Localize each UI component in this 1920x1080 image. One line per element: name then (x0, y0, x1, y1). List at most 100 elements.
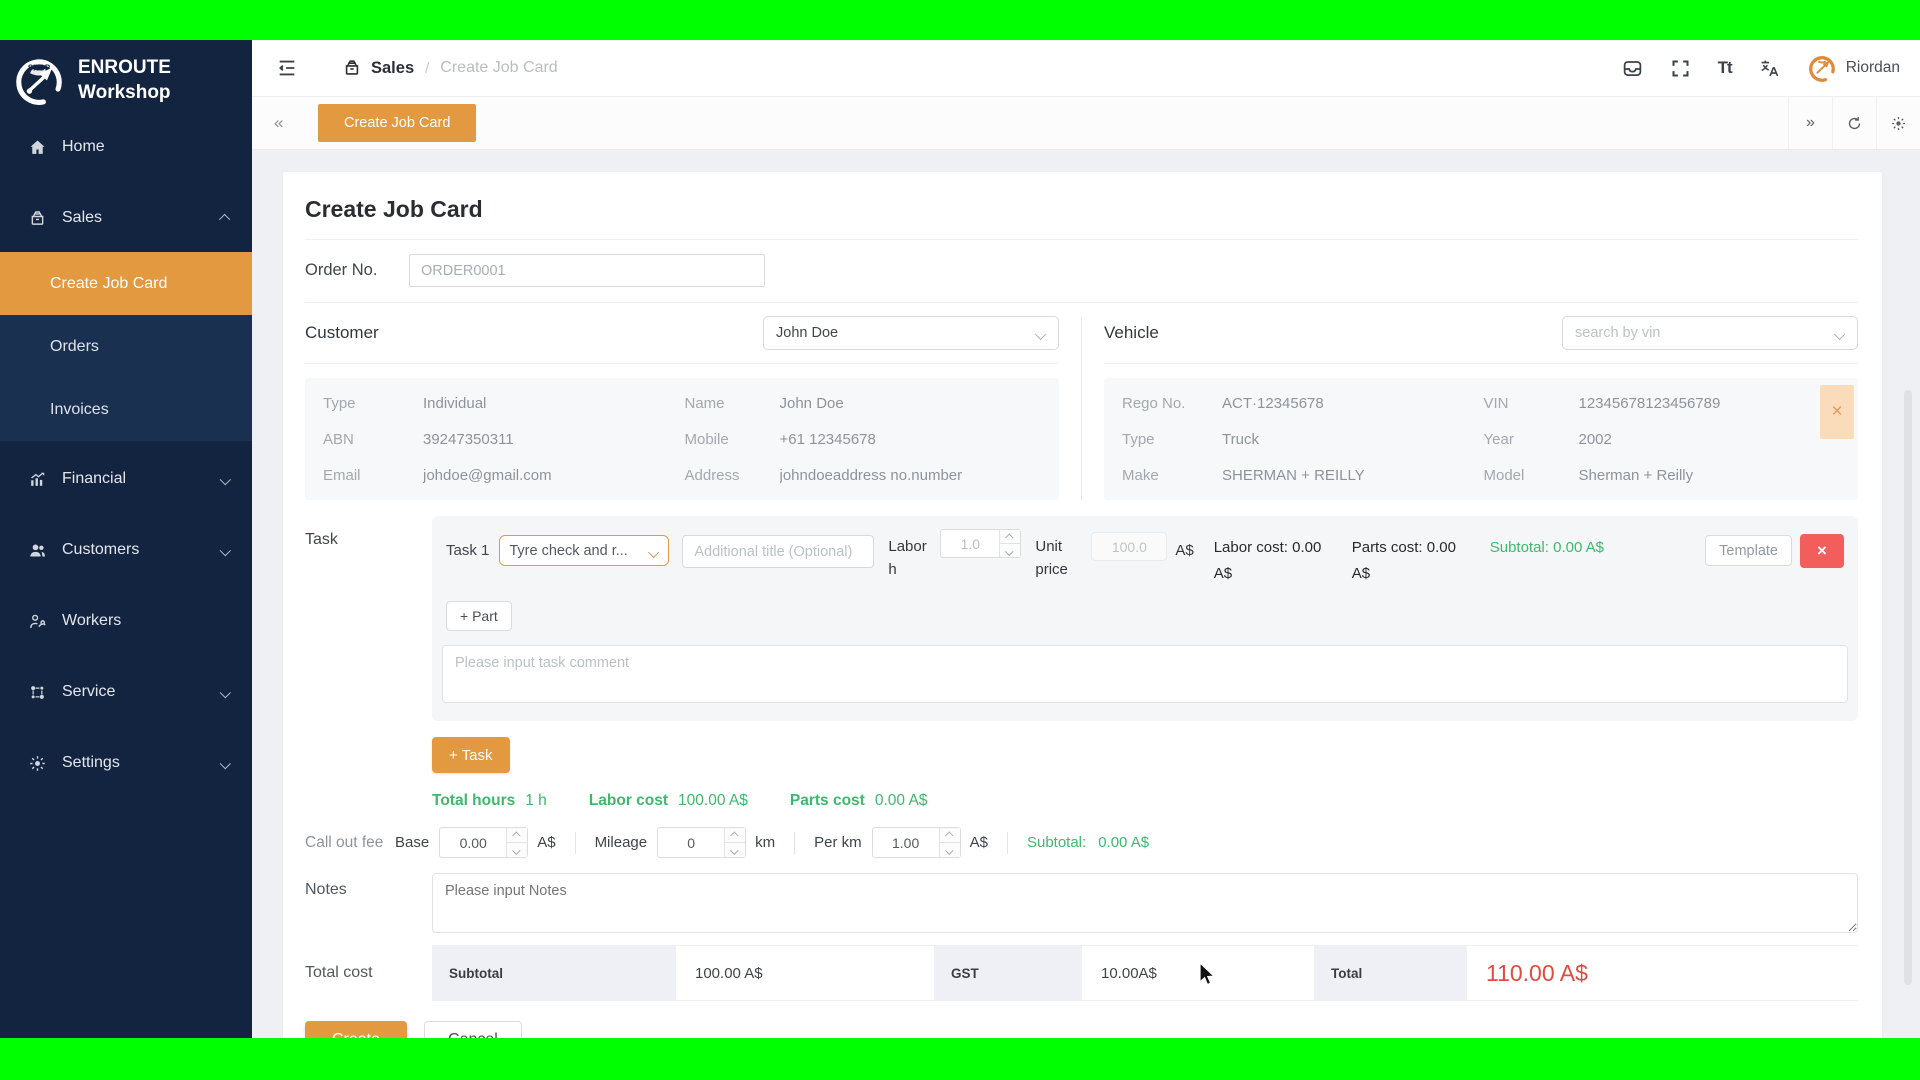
per-km-label: Per km (814, 834, 862, 851)
workers-icon (28, 612, 47, 631)
avatar (1807, 53, 1837, 83)
total-cost-row: Total cost Subtotal 100.00 A$ GST 10.00A… (305, 945, 1858, 1001)
order-no-input[interactable] (409, 254, 765, 287)
base-fee-stepper[interactable]: 0.00 (439, 827, 528, 858)
tab-settings-gear-icon[interactable] (1876, 97, 1920, 149)
task-section: Task Task 1 Tyre check and r... Labor h (305, 516, 1858, 721)
vehicle-details: Rego No. ACT·12345678 VIN 12345678123456… (1104, 378, 1858, 500)
chevron-down-icon (1035, 329, 1046, 340)
subtotal-value: 100.00 A$ (678, 946, 934, 1000)
total-value: 110.00 A$ (1469, 946, 1858, 1000)
per-km-unit: A$ (970, 834, 988, 851)
scrollbar-thumb[interactable] (1904, 390, 1912, 985)
step-down-icon[interactable] (507, 842, 527, 857)
add-part-button[interactable]: + Part (446, 601, 512, 631)
add-task-button[interactable]: + Task (432, 737, 510, 773)
call-out-fee-row: Call out fee Base 0.00 A$ Mileage 0 (305, 827, 1858, 858)
home-icon (28, 138, 47, 157)
step-down-icon[interactable] (725, 842, 745, 857)
inbox-icon[interactable] (1622, 58, 1643, 79)
fullscreen-icon[interactable] (1670, 58, 1691, 79)
task-card: Task 1 Tyre check and r... Labor h 1.0 (432, 516, 1858, 721)
total-cost-label: Total cost (305, 964, 432, 982)
cancel-button[interactable]: Cancel (424, 1021, 522, 1038)
create-job-card-form: Create Job Card Order No. Customer John … (283, 172, 1882, 1038)
tab-bar: « Create Job Card » (252, 97, 1920, 150)
subtotal-key: Subtotal (432, 946, 678, 1000)
notes-input[interactable] (432, 873, 1858, 933)
stepper-arrows[interactable] (999, 530, 1020, 557)
step-up-icon[interactable] (1000, 530, 1020, 543)
customer-heading: Customer (305, 323, 379, 343)
sidebar-item-service[interactable]: Service (0, 672, 252, 712)
task-subtotal: Subtotal: 0.00 A$ (1490, 535, 1608, 561)
step-down-icon[interactable] (940, 842, 960, 857)
top-header: Sales / Create Job Card Tt (252, 40, 1920, 97)
customers-icon (28, 541, 47, 560)
service-icon (28, 683, 47, 702)
chevron-down-icon (1834, 329, 1845, 340)
top-green-bar (0, 0, 1920, 40)
customer-select[interactable]: John Doe (763, 316, 1059, 350)
task-labor-cost: Labor cost: 0.00 A$ (1214, 535, 1332, 586)
customer-details: Type Individual Name John Doe ABN 392473… (305, 378, 1059, 500)
menu-fold-icon[interactable] (276, 57, 298, 79)
unit-price-input[interactable]: 100.0 (1091, 532, 1167, 561)
step-down-icon[interactable] (1000, 543, 1020, 557)
step-up-icon[interactable] (507, 828, 527, 842)
refresh-icon[interactable] (1832, 97, 1876, 149)
unit-price-label: Unit price (1035, 535, 1083, 582)
tab-tools: » (1788, 97, 1920, 149)
divider (1007, 832, 1008, 854)
template-button[interactable]: Template (1705, 535, 1792, 566)
tabs-scroll-left[interactable]: « (274, 113, 300, 133)
translate-icon[interactable] (1759, 58, 1780, 79)
sidebar-item-orders[interactable]: Orders (0, 315, 252, 378)
settings-gear-icon (28, 754, 47, 773)
per-km-stepper[interactable]: 1.00 (872, 827, 961, 858)
create-button[interactable]: Create (305, 1021, 407, 1038)
breadcrumb: Sales / Create Job Card (342, 58, 558, 78)
page-title: Create Job Card (305, 196, 1858, 240)
order-no-label: Order No. (305, 261, 409, 280)
workshop-logo-icon: SHOP (12, 54, 66, 108)
clear-vehicle-button[interactable]: × (1820, 385, 1854, 439)
notes-label: Notes (305, 873, 432, 933)
sidebar-item-sales[interactable]: Sales (0, 198, 252, 238)
panel-divider (1081, 318, 1082, 500)
task-number-label: Task 1 (446, 542, 489, 559)
sales-icon (28, 209, 47, 228)
sidebar-item-financial[interactable]: Financial (0, 459, 252, 499)
task-additional-title-input[interactable] (682, 535, 874, 568)
brand-name: ENROUTE Workshop (78, 56, 171, 105)
task-comment-input[interactable] (442, 645, 1848, 703)
tab-create-job-card[interactable]: Create Job Card (318, 104, 476, 142)
user-menu[interactable]: Riordan (1807, 53, 1900, 83)
breadcrumb-sales[interactable]: Sales (371, 59, 414, 78)
vehicle-vin-select[interactable]: search by vin (1562, 316, 1858, 350)
breadcrumb-separator: / (425, 60, 429, 77)
tabs-scroll-right[interactable]: » (1788, 97, 1832, 149)
mileage-stepper[interactable]: 0 (657, 827, 746, 858)
sidebar-item-workers[interactable]: Workers (0, 601, 252, 641)
labor-hours-stepper[interactable]: 1.0 (940, 529, 1021, 558)
sidebar-nav: Home Sales Create Job Card Orders Invoic… (0, 118, 252, 783)
sidebar-item-create-job-card[interactable]: Create Job Card (0, 252, 252, 315)
breadcrumb-current-page: Create Job Card (440, 59, 557, 77)
delete-task-button[interactable]: × (1800, 534, 1844, 568)
sidebar-item-home[interactable]: Home (0, 127, 252, 167)
task-type-select[interactable]: Tyre check and r... (499, 535, 669, 566)
form-actions: Create Cancel (305, 1021, 1858, 1038)
sales-submenu: Create Job Card Orders Invoices (0, 252, 252, 441)
sidebar-item-invoices[interactable]: Invoices (0, 378, 252, 441)
sidebar-item-settings[interactable]: Settings (0, 743, 252, 783)
sidebar-item-customers[interactable]: Customers (0, 530, 252, 570)
notes-row: Notes (305, 873, 1858, 933)
step-up-icon[interactable] (940, 828, 960, 842)
step-up-icon[interactable] (725, 828, 745, 842)
mileage-unit: km (755, 834, 775, 851)
customer-panel: Customer John Doe Type Individual Name (305, 316, 1059, 500)
mileage-label: Mileage (595, 834, 648, 851)
unit-price-currency: A$ (1175, 542, 1193, 559)
font-size-icon[interactable]: Tt (1718, 58, 1732, 78)
